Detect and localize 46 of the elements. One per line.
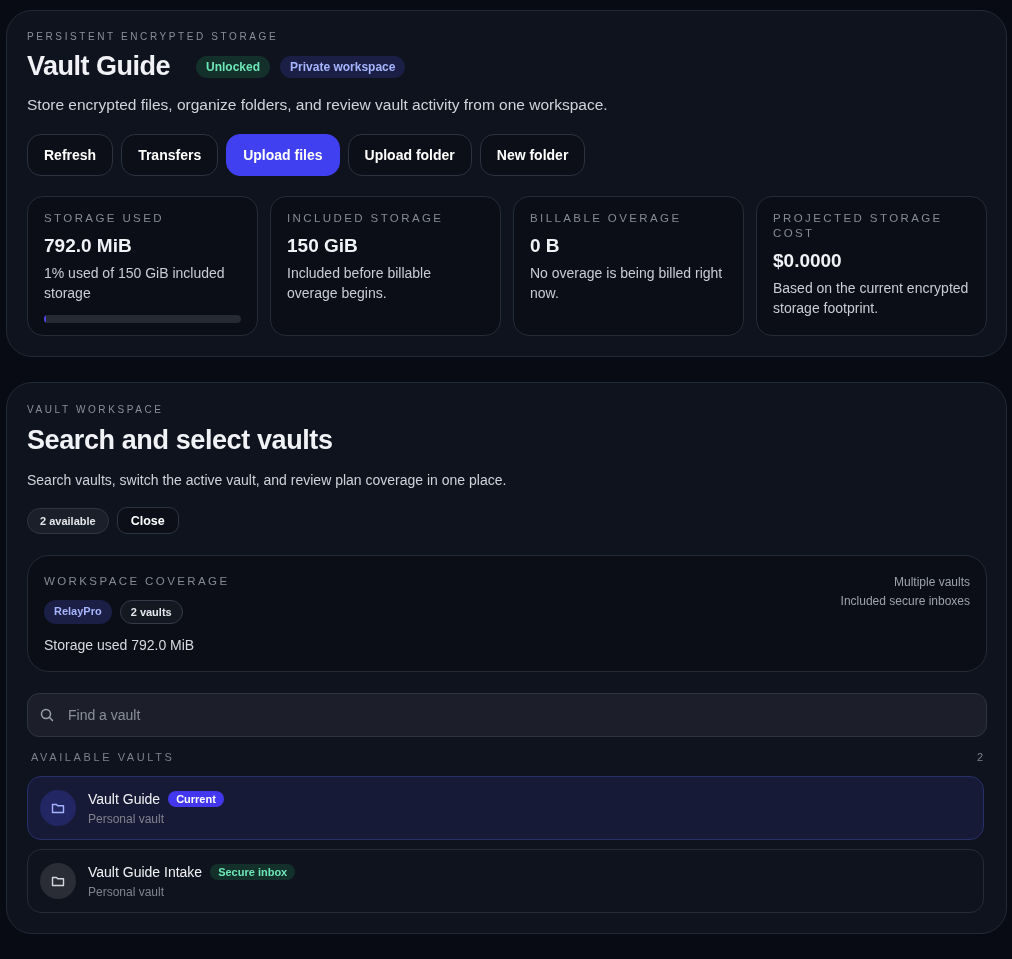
- count-chip: 2 available: [27, 507, 109, 534]
- list-count: 2: [976, 751, 983, 763]
- vault-badge: Current: [168, 790, 224, 807]
- vault-item[interactable]: Vault Guide Current Personal vault: [27, 776, 984, 840]
- action-button[interactable]: Transfers: [121, 134, 219, 176]
- stat-label: STORAGE USED: [44, 211, 165, 226]
- folder-icon: [51, 875, 65, 887]
- vault-name: Vault Guide: [88, 790, 161, 807]
- action-button[interactable]: New folder: [479, 134, 586, 176]
- section-title: Search and select vaults: [27, 425, 334, 456]
- stat-note: Included before billable overage begins.: [287, 264, 432, 303]
- close-button[interactable]: Close: [116, 507, 179, 534]
- folder-icon: [51, 802, 65, 814]
- feature-text: Included secure inboxes: [840, 593, 970, 610]
- section-eyebrow: VAULT WORKSPACE: [27, 404, 165, 415]
- stat-label: INCLUDED STORAGE: [287, 211, 445, 226]
- page-title: Vault Guide: [27, 51, 171, 82]
- coverage-label: WORKSPACE COVERAGE: [44, 574, 230, 589]
- stat-note: Based on the current encrypted storage footprint.: [773, 279, 970, 318]
- vault-badge: Secure inbox: [210, 863, 296, 880]
- section-eyebrow: PERSISTENT ENCRYPTED STORAGE: [27, 31, 280, 42]
- action-button[interactable]: Upload folder: [347, 134, 472, 176]
- action-button[interactable]: Upload files: [226, 134, 340, 176]
- action-button[interactable]: Refresh: [27, 134, 114, 176]
- list-label: AVAILABLE VAULTS: [31, 751, 175, 763]
- stat-value: 150 GiB: [287, 235, 359, 257]
- stat-note: No overage is being billed right now.: [530, 264, 724, 303]
- status-badge: Private workspace: [280, 55, 406, 78]
- plan-chip: 2 vaults: [119, 600, 183, 624]
- stat-note: 1% used of 150 GiB included storage: [44, 264, 226, 303]
- stat-label: PROJECTED STORAGE COST: [773, 211, 944, 241]
- vault-name: Vault Guide Intake: [88, 863, 203, 880]
- stat-value: 0 B: [530, 235, 561, 257]
- vault-subtitle: Personal vault: [88, 884, 166, 899]
- vault-item[interactable]: Vault Guide Intake Secure inbox Personal vault: [27, 849, 984, 913]
- search-field[interactable]: Find a vault: [27, 693, 987, 737]
- section-description: Search vaults, switch the active vault, and review plan coverage in one place.: [27, 472, 508, 488]
- vault-subtitle: Personal vault: [88, 811, 166, 826]
- status-badge: Unlocked: [196, 55, 271, 78]
- storage-text: Storage used 792.0 MiB: [44, 637, 196, 653]
- stat-value: 792.0 MiB: [44, 235, 133, 257]
- feature-text: Multiple vaults: [892, 574, 970, 591]
- page-description: Store encrypted files, organize folders, and review vault activity from one workspace.: [27, 96, 609, 114]
- stat-value: $0.0000: [773, 250, 843, 272]
- stat-label: BILLABLE OVERAGE: [530, 211, 683, 226]
- plan-chip: RelayPro: [44, 600, 112, 624]
